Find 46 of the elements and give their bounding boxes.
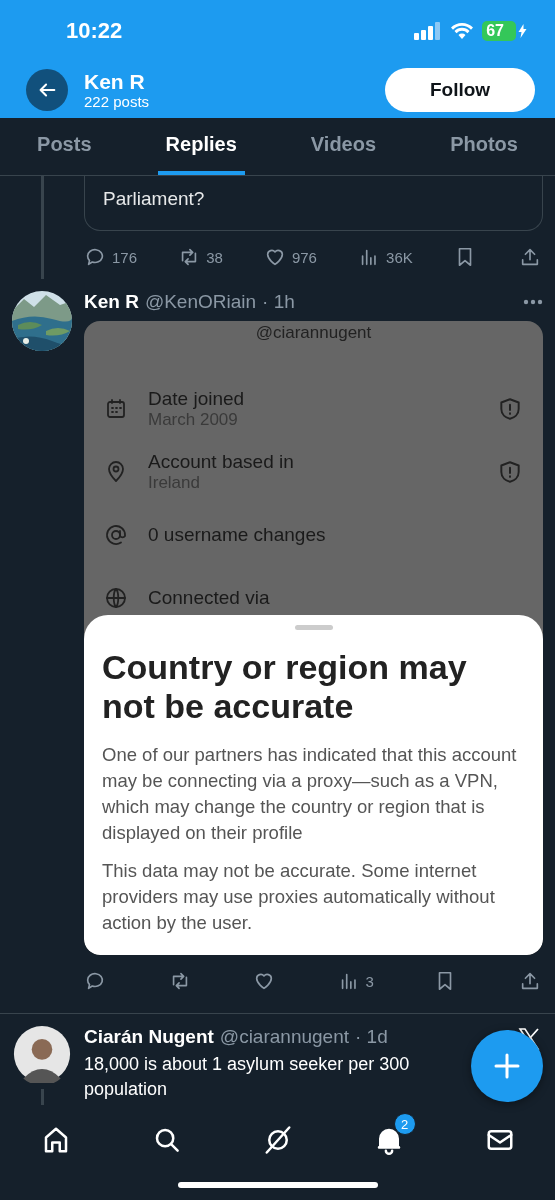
author-handle: @ciarannugent [219,1026,349,1049]
avatar-icon [12,1026,72,1083]
sheet-title: Country or region may not be accurate [102,648,468,727]
quoted-post-text: Parliament? [103,188,205,209]
slashed-circle-icon[interactable] [262,1125,293,1156]
post-text: 18,000 is about 1 asylum seeker per 300 population [84,1053,410,1101]
post-count: 222 posts [84,93,151,111]
author-handle: @KenORiain [144,291,257,313]
action-count: 36K [386,248,413,266]
sheet-handle [294,625,333,630]
tab[interactable]: Photos [442,118,526,175]
back-button[interactable] [26,69,68,111]
tab[interactable]: Videos [302,118,385,175]
action-count: 176 [112,248,138,266]
quoted-post-card[interactable]: Parliament? [84,176,543,231]
charging-bolt-icon [518,24,527,38]
action-count: 3 [365,972,374,990]
author-name[interactable]: Ken R [84,291,139,313]
battery-level: 67 [482,21,516,41]
at-sign-icon [104,522,128,547]
wifi-icon [450,22,475,40]
post-time: · 1d [355,1026,388,1049]
tab[interactable]: Replies [157,118,245,175]
profile-name: Ken R [84,69,146,94]
info-label: Connected via [148,586,271,609]
info-label: 0 username changes [148,523,327,546]
account-handle: @ciarannugent [255,323,372,343]
signal-icon [414,22,443,40]
info-label: Account based in [148,450,295,473]
status-time: 10:22 [66,18,123,44]
reply-icon[interactable] [84,246,106,268]
plus-icon [493,1052,521,1081]
action-count: 38 [206,248,223,266]
sheet-paragraph: This data may not be accurate. Some internet providers may use proxies automatically without action by the user. [102,858,496,935]
action-count: 976 [291,248,317,266]
author-name[interactable]: Ciarán Nugent [84,1026,214,1049]
post-time: · 1h [262,291,295,313]
tab[interactable]: Posts [29,118,100,175]
calendar-icon [104,396,128,421]
notification-badge: 2 [393,1113,416,1136]
sheet-paragraph: One of our partners has indicated that this account may be connecting via a proxy—such as a VPN, which may change the country or region that is displayed on their profile [102,743,518,845]
share-icon[interactable] [519,246,541,268]
globe-icon [104,585,128,610]
info-label: Date joined [148,387,246,410]
follow-button[interactable]: Follow [385,68,535,112]
more-icon[interactable] [523,299,543,305]
